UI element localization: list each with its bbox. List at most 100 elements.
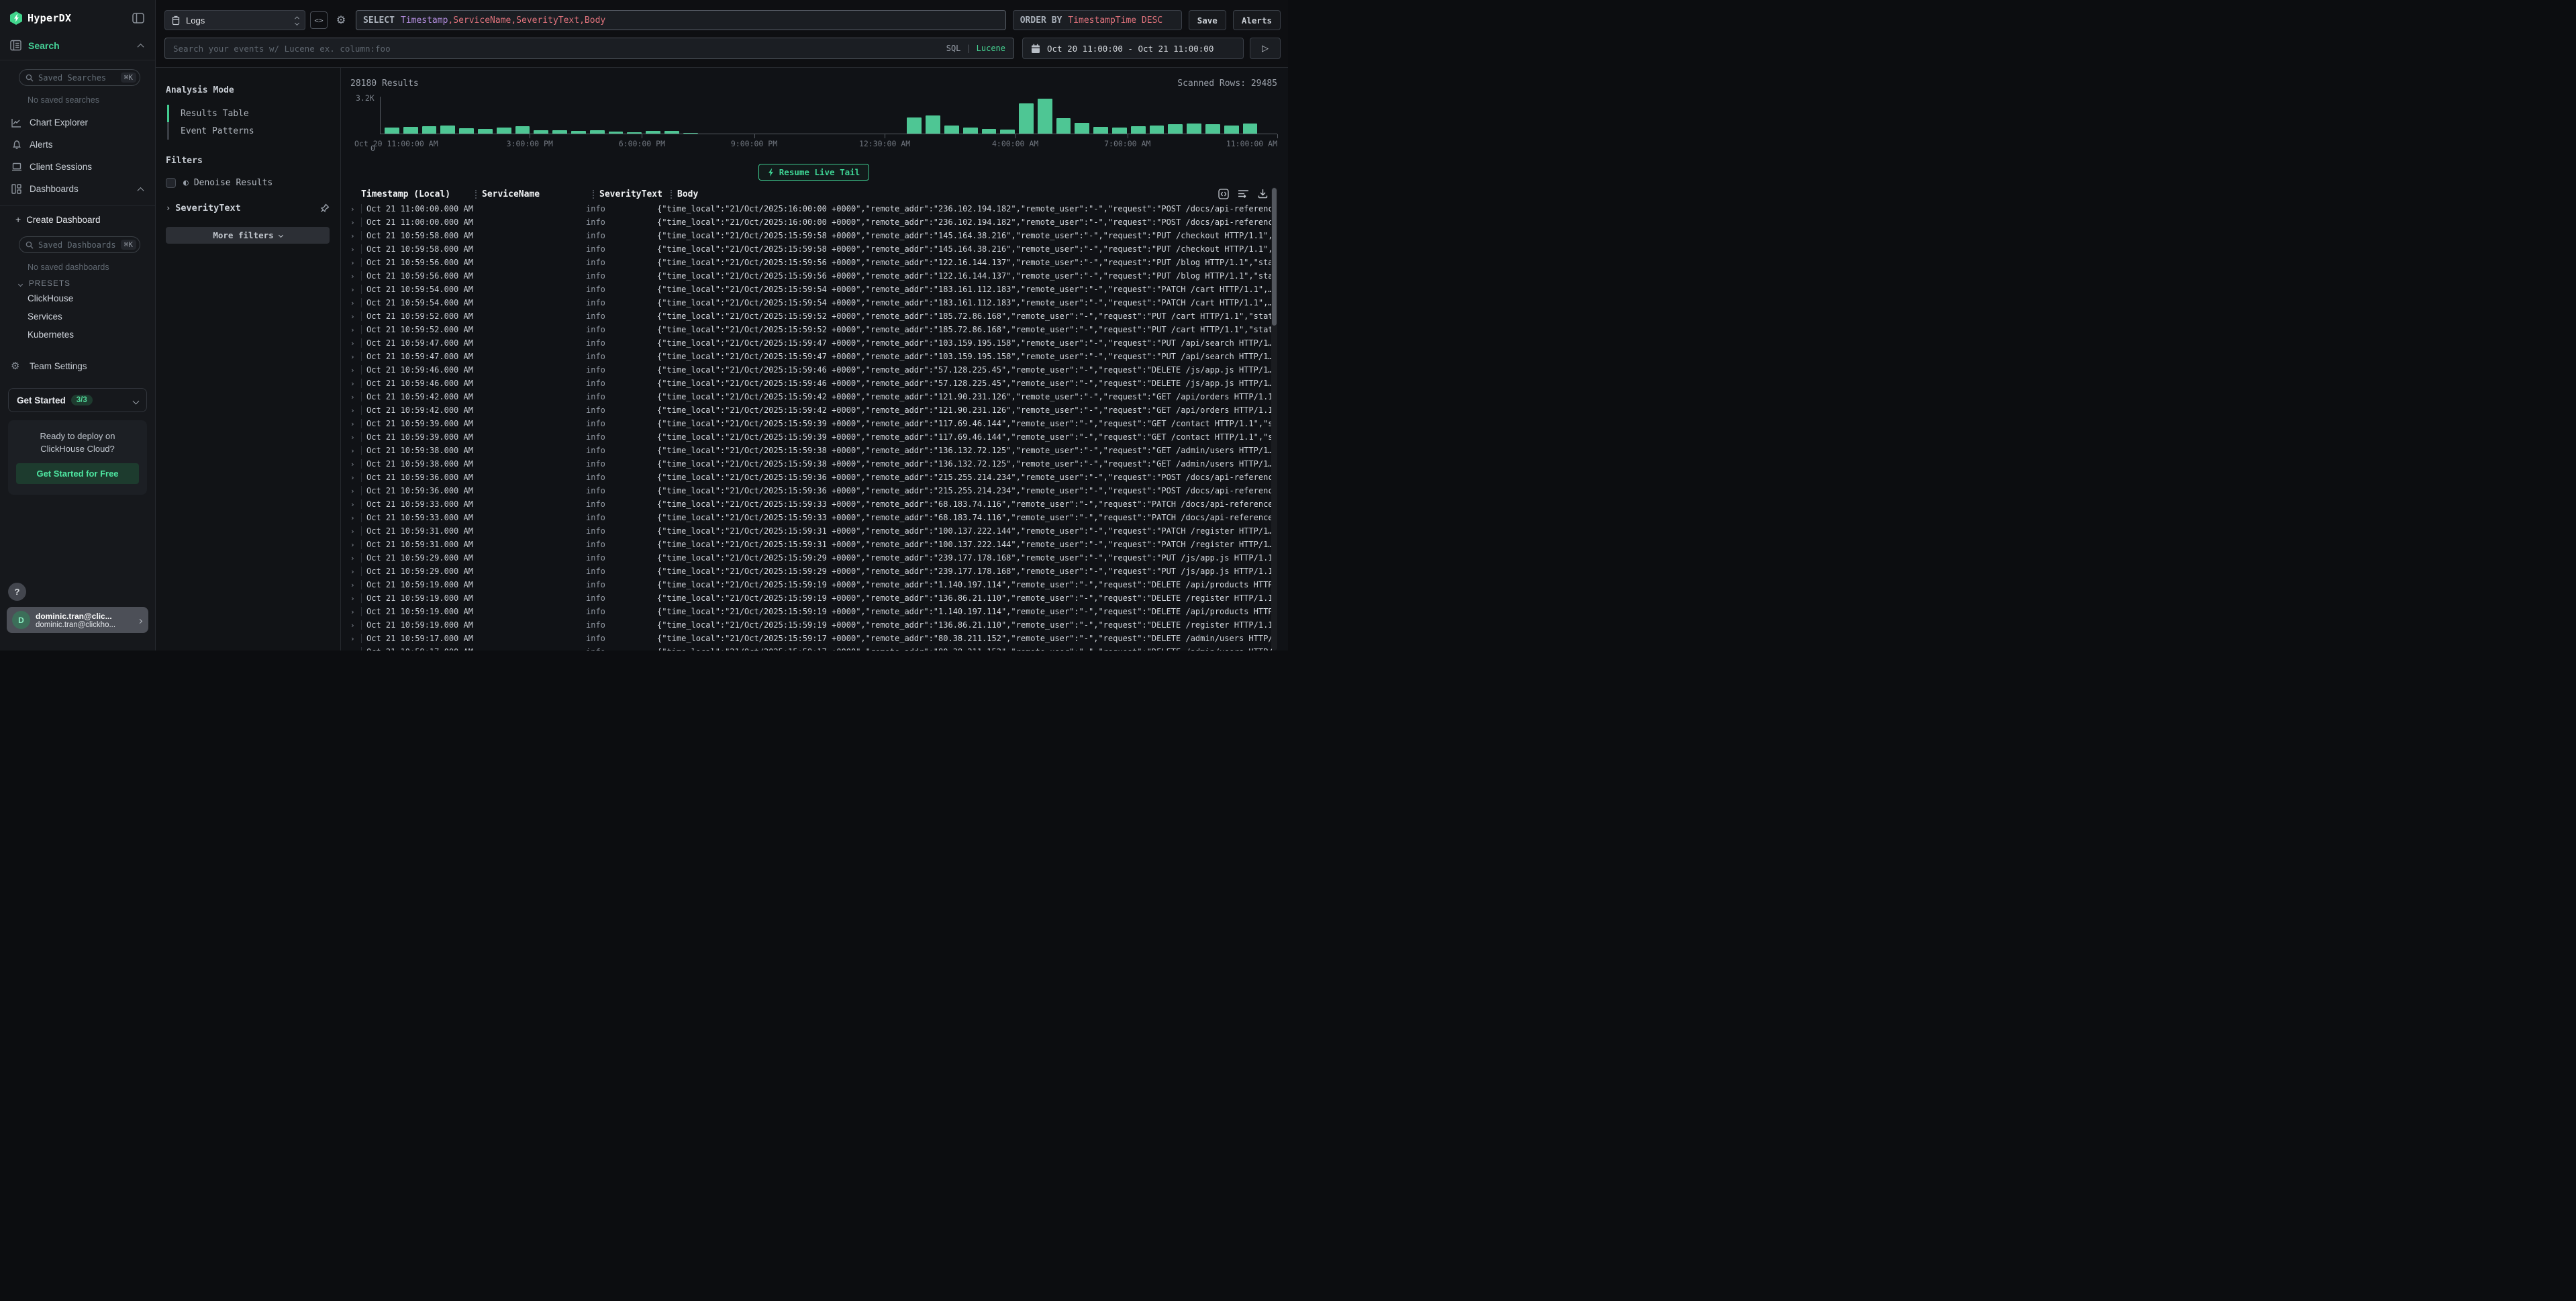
histogram-bar[interactable]	[982, 129, 997, 134]
column-header-severitytext[interactable]: SeverityText	[599, 189, 671, 199]
table-row[interactable]: ›Oct 21 10:59:47.000 AMinfo{"time_local"…	[350, 336, 1277, 350]
histogram-bar[interactable]	[497, 128, 511, 135]
column-header-body[interactable]: Body	[677, 189, 1210, 199]
histogram-bar[interactable]	[1150, 126, 1165, 134]
histogram-bar[interactable]	[1205, 124, 1220, 134]
user-menu[interactable]: D dominic.tran@clic... dominic.tran@clic…	[7, 607, 148, 633]
column-resize-handle[interactable]	[475, 190, 477, 199]
denoise-checkbox[interactable]	[166, 178, 176, 188]
histogram-bar[interactable]	[478, 129, 493, 134]
table-row[interactable]: ›Oct 21 10:59:58.000 AMinfo{"time_local"…	[350, 242, 1277, 256]
denoise-results-toggle[interactable]: ◐ Denoise Results	[166, 178, 330, 188]
gear-icon[interactable]: ⚙	[332, 11, 350, 29]
histogram-bar[interactable]	[403, 127, 418, 134]
saved-searches-input[interactable]: Saved Searches ⌘K	[19, 69, 140, 86]
histogram-bar[interactable]	[926, 115, 940, 134]
histogram-bar[interactable]	[1187, 124, 1201, 134]
table-row[interactable]: ›Oct 21 10:59:29.000 AMinfo{"time_local"…	[350, 565, 1277, 578]
table-row[interactable]: ›Oct 21 10:59:42.000 AMinfo{"time_local"…	[350, 390, 1277, 403]
histogram-bar[interactable]	[1112, 128, 1127, 134]
mode-results-table[interactable]: Results Table	[167, 105, 330, 122]
date-range-picker[interactable]: Oct 20 11:00:00 - Oct 21 11:00:00	[1022, 38, 1244, 59]
histogram-bar[interactable]	[440, 126, 455, 134]
table-row[interactable]: ›Oct 21 10:59:29.000 AMinfo{"time_local"…	[350, 551, 1277, 565]
sidebar-item-kubernetes[interactable]: Kubernetes	[0, 326, 155, 344]
table-row[interactable]: ›Oct 21 10:59:38.000 AMinfo{"time_local"…	[350, 444, 1277, 457]
sidebar-item-clickhouse[interactable]: ClickHouse	[0, 289, 155, 307]
table-row[interactable]: ›Oct 21 10:59:56.000 AMinfo{"time_local"…	[350, 256, 1277, 269]
histogram-bar[interactable]	[1243, 124, 1258, 134]
column-resize-handle[interactable]	[671, 190, 672, 199]
histogram-bar[interactable]	[515, 126, 530, 134]
histogram-bar[interactable]	[1019, 103, 1034, 134]
resume-live-tail-button[interactable]: Resume Live Tail	[758, 164, 869, 181]
table-row[interactable]: ›Oct 21 10:59:19.000 AMinfo{"time_local"…	[350, 591, 1277, 605]
table-row[interactable]: ›Oct 21 10:59:17.000 AMinfo{"time_local"…	[350, 632, 1277, 645]
sidebar-item-services[interactable]: Services	[0, 307, 155, 326]
table-row[interactable]: ›Oct 21 10:59:33.000 AMinfo{"time_local"…	[350, 497, 1277, 511]
sidebar-collapse-icon[interactable]	[132, 13, 144, 23]
histogram-bar[interactable]	[1038, 99, 1052, 134]
table-row[interactable]: ›Oct 21 10:59:33.000 AMinfo{"time_local"…	[350, 511, 1277, 524]
column-header-servicename[interactable]: ServiceName	[482, 189, 593, 199]
histogram-bar[interactable]	[459, 128, 474, 134]
table-row[interactable]: ›Oct 21 10:59:42.000 AMinfo{"time_local"…	[350, 403, 1277, 417]
histogram-bar[interactable]	[944, 126, 959, 134]
vertical-scrollbar[interactable]	[1271, 187, 1277, 650]
histogram-bar[interactable]	[1224, 126, 1239, 134]
sidebar-item-alerts[interactable]: Alerts	[0, 134, 155, 156]
help-button[interactable]: ?	[8, 583, 26, 601]
table-row[interactable]: ›Oct 21 10:59:31.000 AMinfo{"time_local"…	[350, 538, 1277, 551]
histogram-bar[interactable]	[1056, 118, 1071, 134]
table-row[interactable]: ›Oct 21 10:59:17.000 AMinfo{"time_local"…	[350, 645, 1277, 650]
table-row[interactable]: ›Oct 21 10:59:39.000 AMinfo{"time_local"…	[350, 417, 1277, 430]
table-row[interactable]: ›Oct 21 10:59:52.000 AMinfo{"time_local"…	[350, 309, 1277, 323]
presets-toggle[interactable]: PRESETS	[0, 273, 155, 289]
sidebar-item-team-settings[interactable]: ⚙ Team Settings	[0, 354, 155, 377]
scrollbar-thumb[interactable]	[1272, 188, 1277, 326]
table-row[interactable]: ›Oct 21 10:59:46.000 AMinfo{"time_local"…	[350, 377, 1277, 390]
get-started-accordion[interactable]: Get Started 3/3	[8, 388, 147, 412]
select-query-input[interactable]: SELECT Timestamp,ServiceName,SeverityTex…	[356, 10, 1006, 30]
table-row[interactable]: ›Oct 21 10:59:19.000 AMinfo{"time_local"…	[350, 578, 1277, 591]
table-row[interactable]: ›Oct 21 10:59:54.000 AMinfo{"time_local"…	[350, 296, 1277, 309]
column-resize-handle[interactable]	[593, 190, 594, 199]
save-button[interactable]: Save	[1189, 10, 1226, 30]
sql-toggle[interactable]: SQL	[946, 44, 961, 53]
download-icon[interactable]	[1258, 189, 1268, 199]
get-started-free-button[interactable]: Get Started for Free	[16, 463, 139, 484]
histogram-bar[interactable]	[1131, 126, 1146, 134]
table-row[interactable]: ›Oct 21 10:59:36.000 AMinfo{"time_local"…	[350, 484, 1277, 497]
histogram-bar[interactable]	[963, 128, 978, 134]
chevron-up-icon[interactable]	[138, 40, 143, 50]
wrap-lines-icon[interactable]	[1238, 189, 1249, 199]
table-row[interactable]: ›Oct 21 10:59:38.000 AMinfo{"time_local"…	[350, 457, 1277, 471]
histogram-bar[interactable]	[1075, 123, 1089, 134]
column-config-icon[interactable]	[1218, 189, 1229, 199]
histogram-bar[interactable]	[907, 117, 922, 134]
table-row[interactable]: ›Oct 21 10:59:36.000 AMinfo{"time_local"…	[350, 471, 1277, 484]
table-row[interactable]: ›Oct 21 11:00:00.000 AMinfo{"time_local"…	[350, 215, 1277, 229]
lucene-toggle[interactable]: Lucene	[977, 44, 1005, 53]
code-view-button[interactable]: <>	[310, 11, 328, 29]
chevron-up-icon[interactable]	[138, 184, 143, 194]
histogram-bar[interactable]	[422, 126, 437, 134]
mode-event-patterns[interactable]: Event Patterns	[167, 122, 330, 140]
table-row[interactable]: ›Oct 21 10:59:19.000 AMinfo{"time_local"…	[350, 618, 1277, 632]
facet-severitytext[interactable]: › SeverityText	[166, 203, 330, 213]
search-input[interactable]: Search your events w/ Lucene ex. column:…	[164, 38, 1014, 59]
alerts-button[interactable]: Alerts	[1233, 10, 1281, 30]
histogram-bar[interactable]	[1093, 127, 1108, 134]
table-row[interactable]: ›Oct 21 10:59:54.000 AMinfo{"time_local"…	[350, 283, 1277, 296]
saved-dashboards-input[interactable]: Saved Dashboards ⌘K	[19, 236, 140, 253]
table-row[interactable]: ›Oct 21 10:59:52.000 AMinfo{"time_local"…	[350, 323, 1277, 336]
sidebar-item-client-sessions[interactable]: Client Sessions	[0, 156, 155, 178]
table-row[interactable]: ›Oct 21 10:59:46.000 AMinfo{"time_local"…	[350, 363, 1277, 377]
table-row[interactable]: ›Oct 21 11:00:00.000 AMinfo{"time_local"…	[350, 202, 1277, 215]
sidebar-item-search[interactable]: Search	[0, 32, 155, 60]
more-filters-button[interactable]: More filters	[166, 227, 330, 244]
table-row[interactable]: ›Oct 21 10:59:47.000 AMinfo{"time_local"…	[350, 350, 1277, 363]
table-row[interactable]: ›Oct 21 10:59:58.000 AMinfo{"time_local"…	[350, 229, 1277, 242]
table-row[interactable]: ›Oct 21 10:59:19.000 AMinfo{"time_local"…	[350, 605, 1277, 618]
sidebar-item-chart-explorer[interactable]: Chart Explorer	[0, 111, 155, 134]
